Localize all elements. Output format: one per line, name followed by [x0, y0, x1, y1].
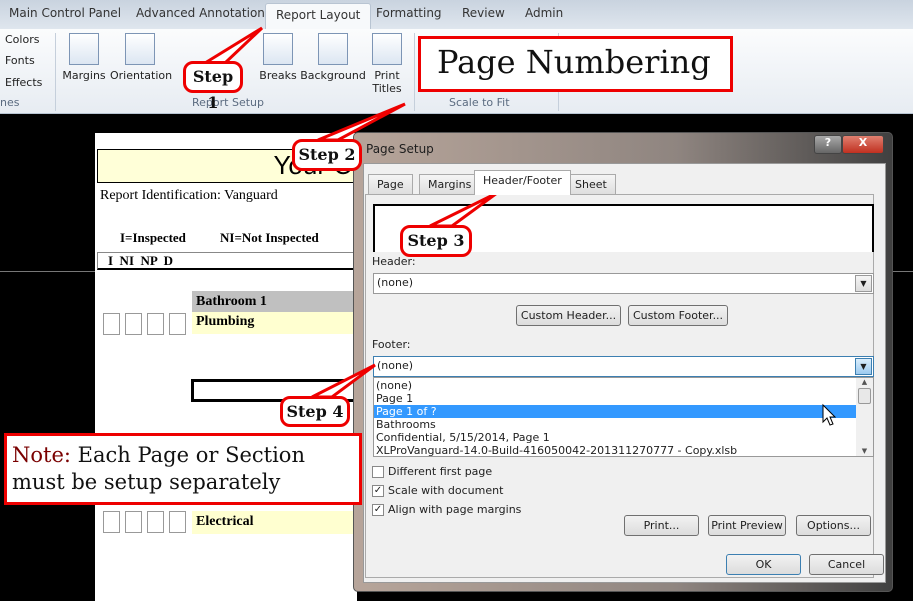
checkbox-box[interactable] [372, 466, 384, 478]
close-button[interactable]: X [842, 135, 884, 154]
print-titles-icon [372, 33, 402, 65]
themes-group-label: nes [0, 96, 20, 109]
print-titles-button[interactable]: Print Titles [370, 33, 404, 95]
note-label: Note: [12, 443, 71, 467]
breaks-button[interactable]: Breaks [258, 33, 298, 82]
divider [55, 33, 56, 111]
fonts-button[interactable]: Fonts [5, 54, 35, 67]
background-icon [318, 33, 348, 65]
checkbox-box[interactable]: ✓ [372, 504, 384, 516]
scale-with-document-checkbox[interactable]: ✓ Scale with document [372, 484, 503, 497]
checkbox-ni[interactable] [125, 511, 142, 533]
colors-button[interactable]: Colors [5, 33, 39, 46]
page-numbering-heading: Page Numbering [418, 36, 733, 92]
scroll-up-icon[interactable]: ▲ [856, 378, 873, 386]
page-setup-dialog: Page Setup ? X Page Margins Header/Foote… [353, 132, 893, 592]
margins-label: Margins [62, 69, 106, 82]
tab-margins[interactable]: Margins [419, 174, 481, 194]
different-first-page-checkbox[interactable]: Different first page [372, 465, 492, 478]
footer-select[interactable]: (none) ▼ [373, 356, 874, 377]
footer-label: Footer: [372, 338, 411, 351]
tab-advanced-annotation[interactable]: Advanced Annotation [136, 6, 265, 20]
checkbox-ni[interactable] [125, 313, 142, 335]
options-button[interactable]: Options... [796, 515, 871, 536]
legend-inspected: I=Inspected [120, 230, 186, 245]
scroll-down-icon[interactable]: ▼ [856, 447, 873, 455]
footer-option[interactable]: Page 1 [374, 392, 856, 405]
align-with-margins-checkbox[interactable]: ✓ Align with page margins [372, 503, 521, 516]
ok-button[interactable]: OK [726, 554, 801, 575]
note-box: Note: Each Page or Section must be setup… [4, 433, 362, 505]
footer-option[interactable]: Confidential, 5/15/2014, Page 1 [374, 431, 856, 444]
footer-option[interactable]: (none) [374, 379, 856, 392]
ribbon-tab-bar: Main Control Panel Advanced Annotation R… [0, 0, 913, 30]
breaks-icon [263, 33, 293, 65]
checkbox-label: Align with page margins [388, 503, 522, 516]
scale-to-fit-group-label: Scale to Fit [449, 96, 510, 109]
step2-callout: Step 2 [292, 139, 362, 171]
step3-callout: Step 3 [400, 225, 472, 257]
cancel-button[interactable]: Cancel [809, 554, 884, 575]
scrollbar[interactable]: ▲ ▼ [856, 378, 873, 456]
header-value: (none) [377, 276, 414, 289]
checkbox-d[interactable] [169, 511, 186, 533]
checkbox-np[interactable] [147, 511, 164, 533]
tab-sheet[interactable]: Sheet [566, 174, 616, 194]
checkbox-i[interactable] [103, 511, 120, 533]
dialog-title: Page Setup [366, 142, 434, 156]
tab-report-layout[interactable]: Report Layout [265, 3, 372, 30]
row-electrical: Electrical [192, 511, 357, 534]
chevron-down-icon[interactable]: ▼ [855, 275, 872, 292]
footer-value: (none) [377, 359, 414, 372]
footer-option[interactable]: XLProVanguard-14.0-Build-416050042-20131… [374, 444, 856, 457]
footer-option[interactable]: Bathrooms [374, 418, 856, 431]
checkbox-i[interactable] [103, 313, 120, 335]
checkbox-label: Scale with document [388, 484, 504, 497]
margins-icon [69, 33, 99, 65]
scroll-thumb[interactable] [858, 388, 871, 404]
chevron-down-icon[interactable]: ▼ [855, 358, 872, 375]
tab-formatting[interactable]: Formatting [376, 6, 442, 20]
custom-footer-button[interactable]: Custom Footer... [628, 305, 728, 326]
breaks-label: Breaks [259, 69, 297, 82]
report-identification: Report Identification: Vanguard [100, 188, 278, 203]
section-header: Bathroom 1 [192, 291, 357, 312]
footer-dropdown-list: (none) Page 1 Page 1 of ? Bathrooms Confide… [373, 377, 874, 457]
row-plumbing: Plumbing [192, 312, 357, 334]
background-button[interactable]: Background [300, 33, 366, 82]
background-label: Background [300, 69, 366, 82]
effects-button[interactable]: Effects [5, 76, 42, 89]
report-setup-group-label: Report Setup [192, 96, 264, 109]
print-preview-button[interactable]: Print Preview [708, 515, 786, 536]
tab-main-control-panel[interactable]: Main Control Panel [9, 6, 121, 20]
tab-review[interactable]: Review [462, 6, 505, 20]
orientation-label: Orientation [110, 69, 173, 82]
checkbox-box[interactable]: ✓ [372, 485, 384, 497]
checkbox-d[interactable] [169, 313, 186, 335]
orientation-button[interactable]: Orientation [110, 33, 173, 82]
tab-header-footer[interactable]: Header/Footer [474, 170, 571, 195]
help-button[interactable]: ? [814, 135, 842, 154]
header-select[interactable]: (none) ▼ [373, 273, 874, 294]
tab-page[interactable]: Page [368, 174, 413, 194]
checkbox-label: Different first page [388, 465, 493, 478]
orientation-icon [125, 33, 155, 65]
print-button[interactable]: Print... [624, 515, 699, 536]
report-page: Your C Report Identification: Vanguard I… [95, 133, 357, 601]
margins-button[interactable]: Margins [62, 33, 106, 82]
divider [414, 33, 415, 111]
legend-not-inspected: NI=Not Inspected [220, 230, 319, 245]
custom-header-button[interactable]: Custom Header... [516, 305, 621, 326]
step1-callout: Step 1 [183, 61, 243, 112]
footer-option[interactable]: Page 1 of ? [374, 405, 856, 418]
print-titles-label: Print Titles [372, 69, 402, 95]
column-headers: I NI NP D [97, 252, 357, 270]
step4-callout: Step 4 [280, 396, 350, 427]
tab-admin[interactable]: Admin [525, 6, 563, 20]
checkbox-np[interactable] [147, 313, 164, 335]
